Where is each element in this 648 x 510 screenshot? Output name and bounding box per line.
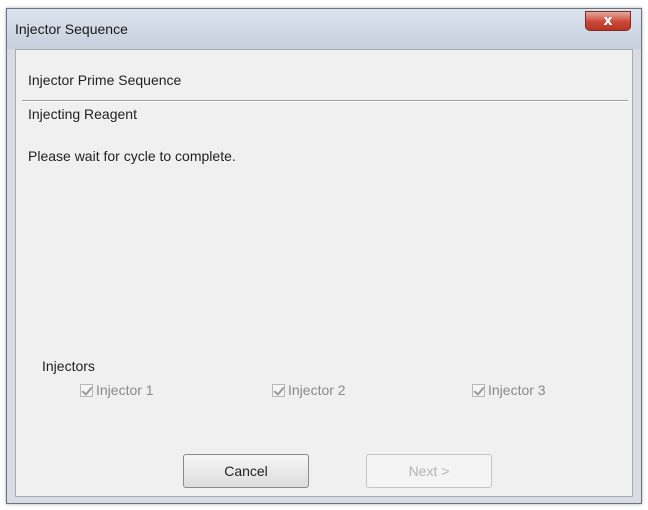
checkbox-checked-icon [472,383,485,397]
status-message: Please wait for cycle to complete. [28,148,236,164]
dialog-content: Injector Prime Sequence Injecting Reagen… [15,49,633,497]
checkbox-checked-icon [272,383,285,397]
injector-1-checkbox[interactable]: Injector 1 [80,382,154,398]
step-title: Injecting Reagent [28,106,137,122]
divider [22,100,628,102]
next-button[interactable]: Next > [366,454,492,488]
injector-3-label: Injector 3 [488,382,546,398]
window-title: Injector Sequence [15,21,128,37]
injector-3-checkbox[interactable]: Injector 3 [472,382,546,398]
injectors-group-label: Injectors [42,358,95,374]
close-icon: x [603,13,613,29]
checkbox-checked-icon [80,383,93,397]
sequence-title: Injector Prime Sequence [28,72,182,88]
close-button[interactable]: x [585,11,631,31]
title-bar: Injector Sequence x [7,9,641,49]
injector-sequence-dialog: Injector Sequence x Injector Prime Seque… [6,8,642,504]
injector-2-label: Injector 2 [288,382,346,398]
injector-1-label: Injector 1 [96,382,154,398]
cancel-button[interactable]: Cancel [183,454,309,488]
injector-2-checkbox[interactable]: Injector 2 [272,382,346,398]
